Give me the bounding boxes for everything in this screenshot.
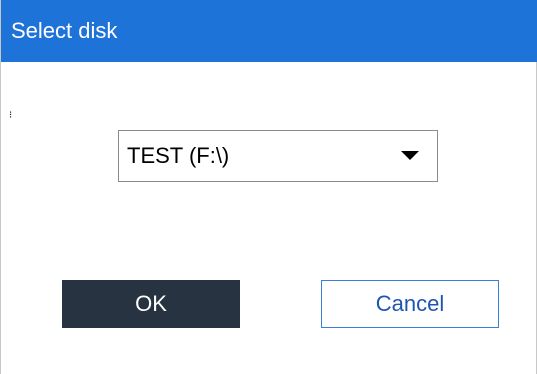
dialog-body: ⁝ TEST (F:\) OK Cancel	[1, 62, 537, 374]
dialog-title: Select disk	[11, 18, 118, 43]
ok-button[interactable]: OK	[62, 280, 240, 328]
disk-dropdown-value: TEST (F:\)	[127, 143, 230, 168]
select-disk-dialog: Select disk ⁝ TEST (F:\) OK Cancel	[0, 0, 537, 374]
dialog-titlebar: Select disk	[1, 0, 537, 62]
dropdown-arrow-icon[interactable]	[401, 151, 419, 160]
disk-dropdown[interactable]: TEST (F:\)	[118, 130, 438, 182]
small-vertical-mark: ⁝	[9, 110, 13, 121]
cancel-button[interactable]: Cancel	[321, 280, 499, 328]
